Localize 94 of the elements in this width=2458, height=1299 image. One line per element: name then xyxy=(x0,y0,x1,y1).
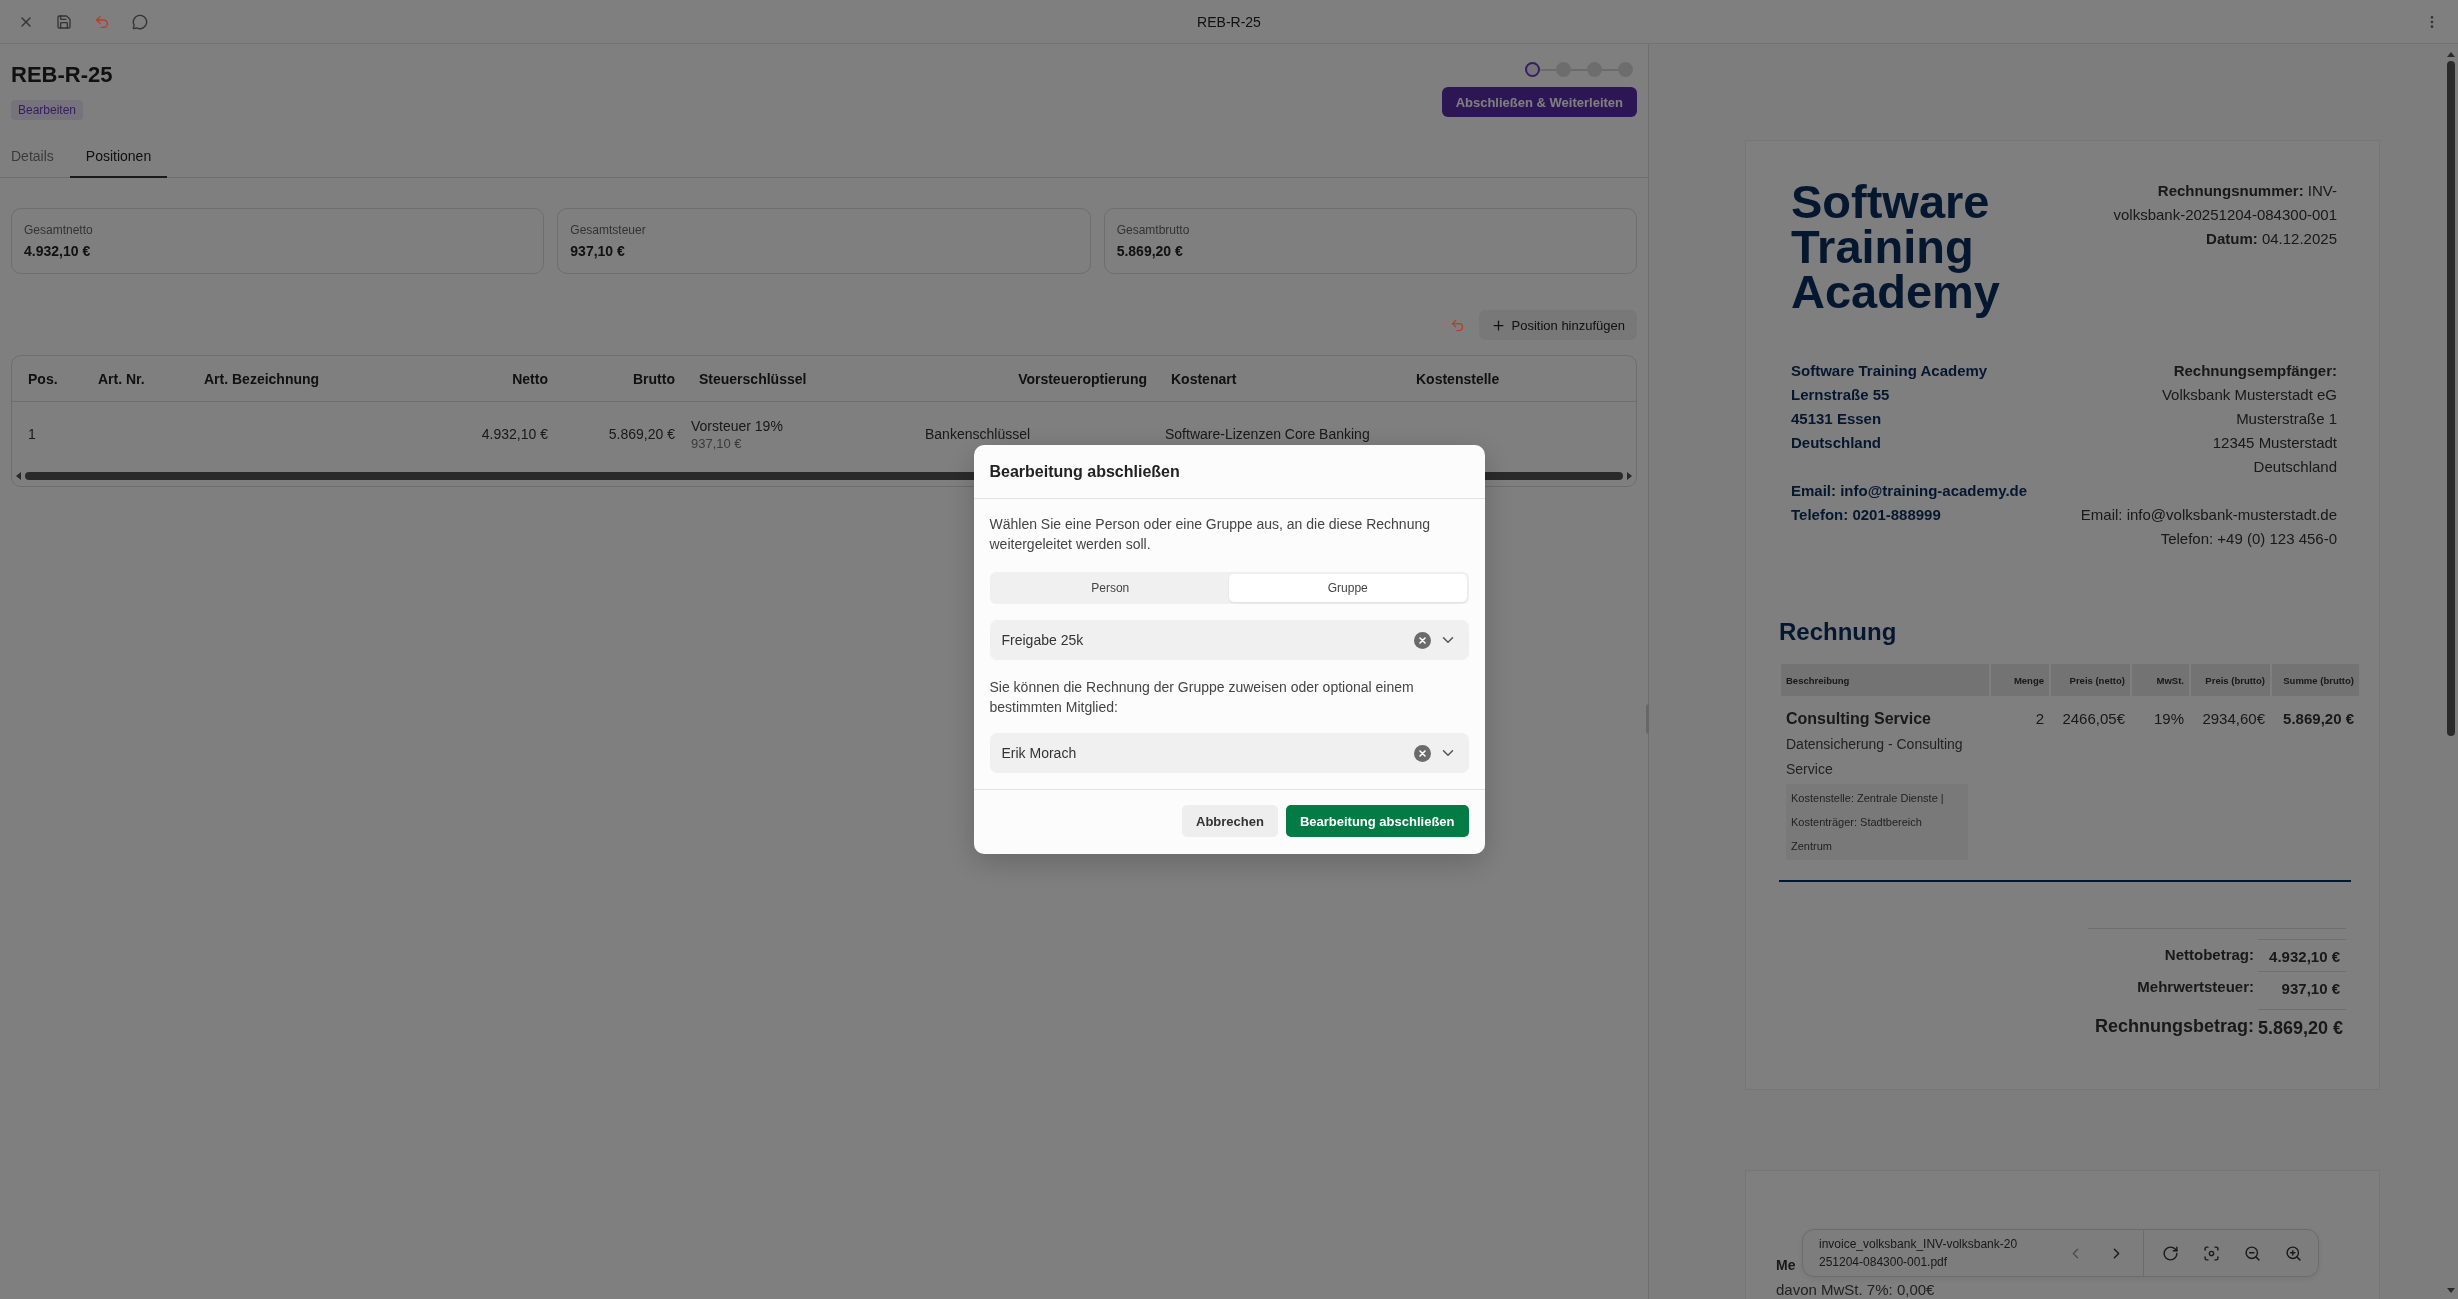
confirm-button[interactable]: Bearbeitung abschließen xyxy=(1285,805,1469,837)
invoice-meta: Rechnungsnummer: INV-volksbank-20251204-084300-001 xyxy=(2112,181,2337,225)
table-cell-text: 5.869,20 € xyxy=(2282,709,2355,729)
card-label: Gesamtbrutto xyxy=(1116,223,1191,237)
status-badge: Bearbeiten xyxy=(11,100,84,120)
column-header: Netto xyxy=(511,370,549,387)
column-header: Vorsteueroptierung xyxy=(1017,370,1148,387)
dialog-text: Sie können die Rechnung der Gruppe zuweisen oder optional einem bestimmten Mitglied: xyxy=(989,678,1415,717)
rotate-button[interactable] xyxy=(2162,1244,2179,1262)
recipient-contact-line: Email: info@volksbank-musterstadt.de xyxy=(2080,505,2337,525)
zoom-in-icon xyxy=(2285,1244,2302,1262)
file-name: invoice_volksbank_INV-volksbank-20251204-084300-001.pdf xyxy=(1818,1236,2019,1271)
total-label: Nettobetrag: xyxy=(2163,945,2254,963)
column-header: Brutto xyxy=(632,370,676,387)
card-label: Gesamtnetto xyxy=(24,223,94,237)
table-cell-text: 2466,05€ xyxy=(2061,709,2126,729)
rotate-icon xyxy=(2162,1244,2179,1262)
zoom-out-button[interactable] xyxy=(2244,1244,2261,1262)
total-value: 4.932,10 € xyxy=(2258,939,2346,969)
total-label: Mehrwertsteuer: xyxy=(2136,977,2254,995)
page-text: Me xyxy=(1776,1257,1796,1273)
column-header: Preis (brutto) xyxy=(2191,664,2270,696)
plus-icon xyxy=(1490,317,1506,333)
recipient-address-line: Volksbank Musterstadt eG xyxy=(2161,385,2337,405)
card-value: 937,10 € xyxy=(570,243,626,259)
clear-icon[interactable] xyxy=(1413,631,1431,649)
item-note: Kostenstelle: Zentrale Dienste | Kostenträger: Stadtbereich Zentrum xyxy=(1786,784,1968,860)
table-cell-text: Vorsteuer 19% xyxy=(691,417,784,434)
card-label: Gesamtsteuer xyxy=(570,223,647,237)
column-header: Kostenstelle xyxy=(1415,370,1501,387)
column-header: Summe (brutto) xyxy=(2272,664,2359,696)
column-header: Pos. xyxy=(27,370,59,387)
fit-button[interactable] xyxy=(2203,1244,2220,1262)
item-name: Consulting Service xyxy=(1786,709,1932,729)
vertical-scrollbar[interactable] xyxy=(2446,52,2455,1293)
column-header: Beschreibung xyxy=(1781,664,1989,696)
document-title: REB-R-25 xyxy=(11,62,113,88)
table-cell-text: Software-Lizenzen Core Banking xyxy=(1165,426,1371,442)
sender-contact-line: Telefon: 0201-888999 xyxy=(1791,505,1941,525)
table-cell-text: 4.932,10 € xyxy=(480,426,549,442)
column-header: Art. Bezeichnung xyxy=(203,370,321,387)
finish-forward-button[interactable]: Abschließen & Weiterleiten xyxy=(1441,87,1637,117)
recipient-address-line: 12345 Musterstadt xyxy=(2212,433,2337,453)
table-cell-text: 19% xyxy=(2152,709,2185,729)
table-cell-text: 2934,60€ xyxy=(2201,709,2266,729)
sender-address-line: 45131 Essen xyxy=(1791,409,1882,429)
column-header: Menge xyxy=(1991,664,2049,696)
speech-bubble-icon xyxy=(132,13,148,30)
item-description: Datensicherung - Consulting Service xyxy=(1786,735,1964,779)
table-cell-text: 1 xyxy=(27,426,37,442)
column-header: Steuerschlüssel xyxy=(698,370,808,387)
segment-tab[interactable]: Gruppe xyxy=(1229,574,1467,602)
recipient-heading: Rechnungsempfänger: xyxy=(2173,361,2337,381)
save-button[interactable] xyxy=(56,13,72,30)
focus-icon xyxy=(2203,1244,2220,1262)
table-cell-text: Bankenschlüssel xyxy=(925,426,1032,442)
sender-address-line: Deutschland xyxy=(1791,433,1881,453)
recipient-address-line: Deutschland xyxy=(2253,457,2337,477)
sender-address-line: Lernstraße 55 xyxy=(1791,385,1890,405)
total-value: 5.869,20 € xyxy=(2258,1009,2346,1043)
group-select[interactable]: Freigabe 25k xyxy=(989,620,1469,660)
sender-contact-line: Email: info@training-academy.de xyxy=(1791,481,2028,501)
company-logo-text: Software xyxy=(1791,179,1991,224)
invoice-meta: Datum: 04.12.2025 xyxy=(2205,229,2337,249)
card-value: 4.932,10 € xyxy=(24,243,92,259)
total-value: 937,10 € xyxy=(2258,971,2346,1001)
zoom-in-button[interactable] xyxy=(2285,1244,2302,1262)
add-position-button[interactable]: Position hinzufügen xyxy=(1478,310,1637,340)
cancel-button[interactable]: Abbrechen xyxy=(1182,805,1278,837)
member-select[interactable]: Erik Morach xyxy=(989,733,1469,773)
dialog-title: Bearbeitung abschließen xyxy=(989,463,1181,481)
total-label: Rechnungsbetrag: xyxy=(2094,1015,2254,1037)
dialog-text: Wählen Sie eine Person oder eine Gruppe aus, an die diese Rechnung weitergeleitet werden soll. xyxy=(989,515,1431,554)
recipient-contact-line: Telefon: +49 (0) 123 456-0 xyxy=(2160,529,2337,549)
undo-icon xyxy=(94,13,110,30)
comment-button[interactable] xyxy=(132,13,148,30)
tab[interactable]: Positionen xyxy=(69,138,168,178)
section-heading: Rechnung xyxy=(1779,618,1898,646)
table-cell-text: 2 xyxy=(2034,709,2045,729)
column-header: Preis (netto) xyxy=(2051,664,2130,696)
window-title: REB-R-25 xyxy=(1197,13,1261,30)
sender-address-line: Software Training Academy xyxy=(1791,361,1988,381)
table-cell-text: 5.869,20 € xyxy=(607,426,676,442)
table-cell-text: 937,10 € xyxy=(691,435,743,451)
clear-icon[interactable] xyxy=(1413,744,1431,762)
undo-icon xyxy=(1449,317,1465,333)
zoom-out-icon xyxy=(2244,1244,2261,1262)
column-header: MwSt. xyxy=(2132,664,2189,696)
column-header: Kostenart xyxy=(1170,370,1238,387)
page-text: davon MwSt. 7%: 0,00€ xyxy=(1776,1281,1935,1298)
card-value: 5.869,20 € xyxy=(1116,243,1184,259)
recipient-address-line: Musterstraße 1 xyxy=(2236,409,2337,429)
segment-tab[interactable]: Person xyxy=(991,574,1229,602)
column-header: Art. Nr. xyxy=(97,370,146,387)
